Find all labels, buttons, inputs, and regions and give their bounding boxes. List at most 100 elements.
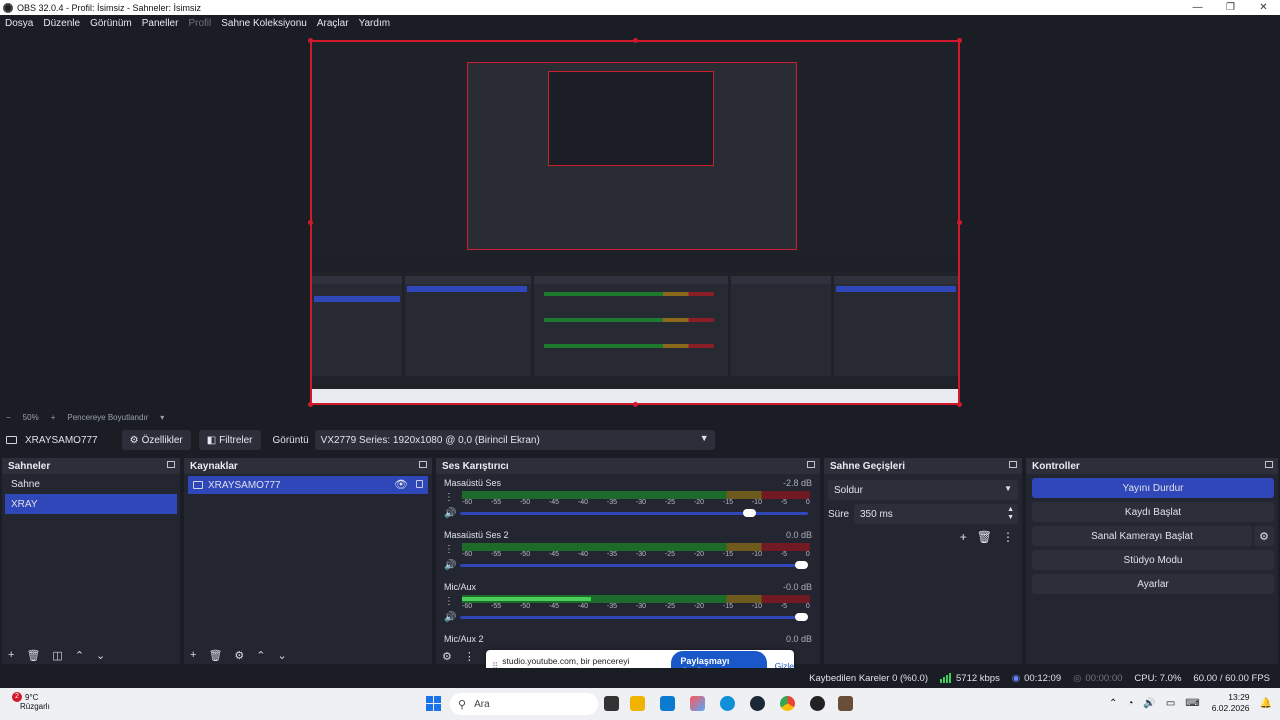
mixer-channel: Masaüstü Ses 2 0.0 dB ⋮ -60 -55 -50 -45 -40 -35-…: [436, 526, 820, 578]
language-icon[interactable]: ⌨: [1185, 698, 1199, 709]
fit-to-window-label[interactable]: Pencereye Boyutlandır: [67, 413, 148, 422]
source-item[interactable]: XRAYSAMO777 👁: [188, 476, 428, 494]
volume-slider[interactable]: [460, 613, 808, 621]
zoom-out-button[interactable]: −: [6, 413, 11, 422]
scene-filters-icon[interactable]: ◫: [52, 649, 62, 662]
file-explorer-icon[interactable]: [630, 696, 645, 711]
windows-start-icon[interactable]: [426, 696, 441, 711]
add-source-icon[interactable]: +: [190, 649, 196, 661]
resize-handle[interactable]: [633, 402, 638, 407]
start-recording-button[interactable]: Kaydı Başlat: [1032, 502, 1274, 522]
trash-icon[interactable]: 🗑: [977, 530, 992, 544]
show-hidden-icons-icon[interactable]: ⌃: [1109, 698, 1117, 709]
volume-slider-handle[interactable]: [795, 613, 808, 621]
notifications-bell-icon[interactable]: 🔔: [1260, 698, 1272, 709]
trash-icon[interactable]: 🗑: [208, 649, 222, 662]
close-button[interactable]: ✕: [1247, 2, 1280, 13]
channel-menu-icon[interactable]: ⋮: [444, 596, 454, 607]
maximize-button[interactable]: ❐: [1214, 2, 1247, 13]
copilot-icon[interactable]: [690, 696, 705, 711]
trash-icon[interactable]: 🗑: [26, 649, 40, 662]
captured-window: [467, 62, 797, 250]
zoom-in-button[interactable]: +: [51, 413, 56, 422]
battery-icon[interactable]: ▭: [1166, 698, 1175, 709]
volume-slider-handle[interactable]: [742, 509, 756, 517]
eye-icon[interactable]: 👁: [394, 478, 408, 491]
move-down-icon[interactable]: ⌄: [96, 649, 105, 662]
resize-handle[interactable]: [308, 220, 313, 225]
volume-slider[interactable]: [460, 509, 808, 517]
menu-edit[interactable]: Düzenle: [43, 18, 80, 29]
resize-handle[interactable]: [957, 402, 962, 407]
edge-icon[interactable]: [720, 696, 735, 711]
menu-file[interactable]: Dosya: [5, 18, 33, 29]
meter-tick-label: -25: [664, 499, 676, 506]
scene-item-xray[interactable]: XRAY: [5, 494, 177, 514]
volume-icon[interactable]: 🔊: [1143, 698, 1155, 709]
task-view-icon[interactable]: [604, 696, 619, 711]
taskbar-search[interactable]: ⚲ Ara: [450, 693, 598, 715]
resize-handle[interactable]: [957, 38, 962, 43]
undock-icon[interactable]: [419, 461, 427, 468]
weather-condition: Rüzgarlı: [20, 702, 50, 711]
move-up-icon[interactable]: ⌃: [75, 649, 84, 662]
speaker-icon[interactable]: 🔊: [444, 560, 456, 571]
taskbar-clock[interactable]: 13:29 6.02.2026: [1212, 692, 1250, 714]
wifi-icon[interactable]: ◔: [1127, 698, 1133, 709]
menu-scene-collection[interactable]: Sahne Koleksiyonu: [221, 18, 307, 29]
preview-canvas[interactable]: [310, 40, 960, 405]
resize-handle[interactable]: [308, 402, 313, 407]
menu-help[interactable]: Yardım: [359, 18, 391, 29]
undock-icon[interactable]: [1009, 461, 1017, 468]
menu-tools[interactable]: Araçlar: [317, 18, 349, 29]
undock-icon[interactable]: [167, 461, 175, 468]
scene-item-sahne[interactable]: Sahne: [5, 474, 177, 494]
settings-button[interactable]: Ayarlar: [1032, 574, 1274, 594]
advanced-audio-gear-icon[interactable]: ⚙: [442, 650, 452, 663]
store-icon[interactable]: [660, 696, 675, 711]
preview-area[interactable]: [0, 32, 1280, 410]
channel-menu-icon[interactable]: ⋮: [444, 492, 454, 503]
undock-icon[interactable]: [807, 461, 815, 468]
mixer-channel: Mic/Aux -0.0 dB ⋮ -60 -55 -50 -45 -40 -35 -30 -25-…: [436, 578, 820, 630]
chrome-icon[interactable]: [780, 696, 795, 711]
resize-handle[interactable]: [957, 220, 962, 225]
add-transition-icon[interactable]: +: [960, 530, 967, 544]
game-app-icon[interactable]: [838, 696, 853, 711]
menu-view[interactable]: Görünüm: [90, 18, 132, 29]
volume-slider-handle[interactable]: [795, 561, 808, 569]
studio-mode-button[interactable]: Stüdyo Modu: [1032, 550, 1274, 570]
move-up-icon[interactable]: ⌃: [256, 649, 265, 662]
move-down-icon[interactable]: ⌄: [278, 649, 287, 662]
zoom-dropdown-icon[interactable]: ▾: [160, 413, 164, 422]
gear-icon[interactable]: ⚙: [234, 649, 244, 662]
resize-handle[interactable]: [633, 38, 638, 43]
speaker-icon[interactable]: 🔊: [444, 508, 456, 519]
duration-spinbox[interactable]: 350 ms ▲ ▼: [854, 504, 1018, 524]
volume-row: 🔊: [444, 560, 812, 571]
more-options-icon[interactable]: ⋮: [464, 650, 475, 663]
start-virtual-camera-button[interactable]: Sanal Kamerayı Başlat: [1032, 526, 1252, 546]
obs-taskbar-icon[interactable]: [810, 696, 825, 711]
steam-icon[interactable]: [750, 696, 765, 711]
transition-select[interactable]: Soldur ▼: [828, 480, 1018, 500]
lock-icon[interactable]: [416, 480, 423, 488]
resize-handle[interactable]: [308, 38, 313, 43]
stop-streaming-button[interactable]: Yayını Durdur: [1032, 478, 1274, 498]
menu-profile[interactable]: Profil: [188, 18, 211, 29]
more-options-icon[interactable]: ⋮: [1002, 530, 1014, 544]
speaker-icon[interactable]: 🔊: [444, 612, 456, 623]
transitions-dock-header: Sahne Geçişleri: [824, 458, 1022, 474]
channel-menu-icon[interactable]: ⋮: [444, 544, 454, 555]
minimize-button[interactable]: —: [1181, 2, 1214, 13]
volume-slider[interactable]: [460, 561, 808, 569]
properties-button[interactable]: ⚙ Özellikler: [121, 430, 191, 450]
display-select[interactable]: VX2779 Series: 1920x1080 @ 0,0 (Birincil…: [314, 430, 715, 450]
spin-arrows-icon[interactable]: ▲ ▼: [1007, 506, 1014, 522]
filters-button[interactable]: ◧ Filtreler: [198, 430, 261, 450]
undock-icon[interactable]: [1265, 461, 1273, 468]
menu-docks[interactable]: Paneller: [142, 18, 179, 29]
add-scene-icon[interactable]: +: [8, 649, 14, 661]
virtual-camera-gear-icon[interactable]: ⚙: [1254, 526, 1274, 546]
weather-widget[interactable]: 2 9°C Rüzgarlı: [12, 692, 50, 711]
